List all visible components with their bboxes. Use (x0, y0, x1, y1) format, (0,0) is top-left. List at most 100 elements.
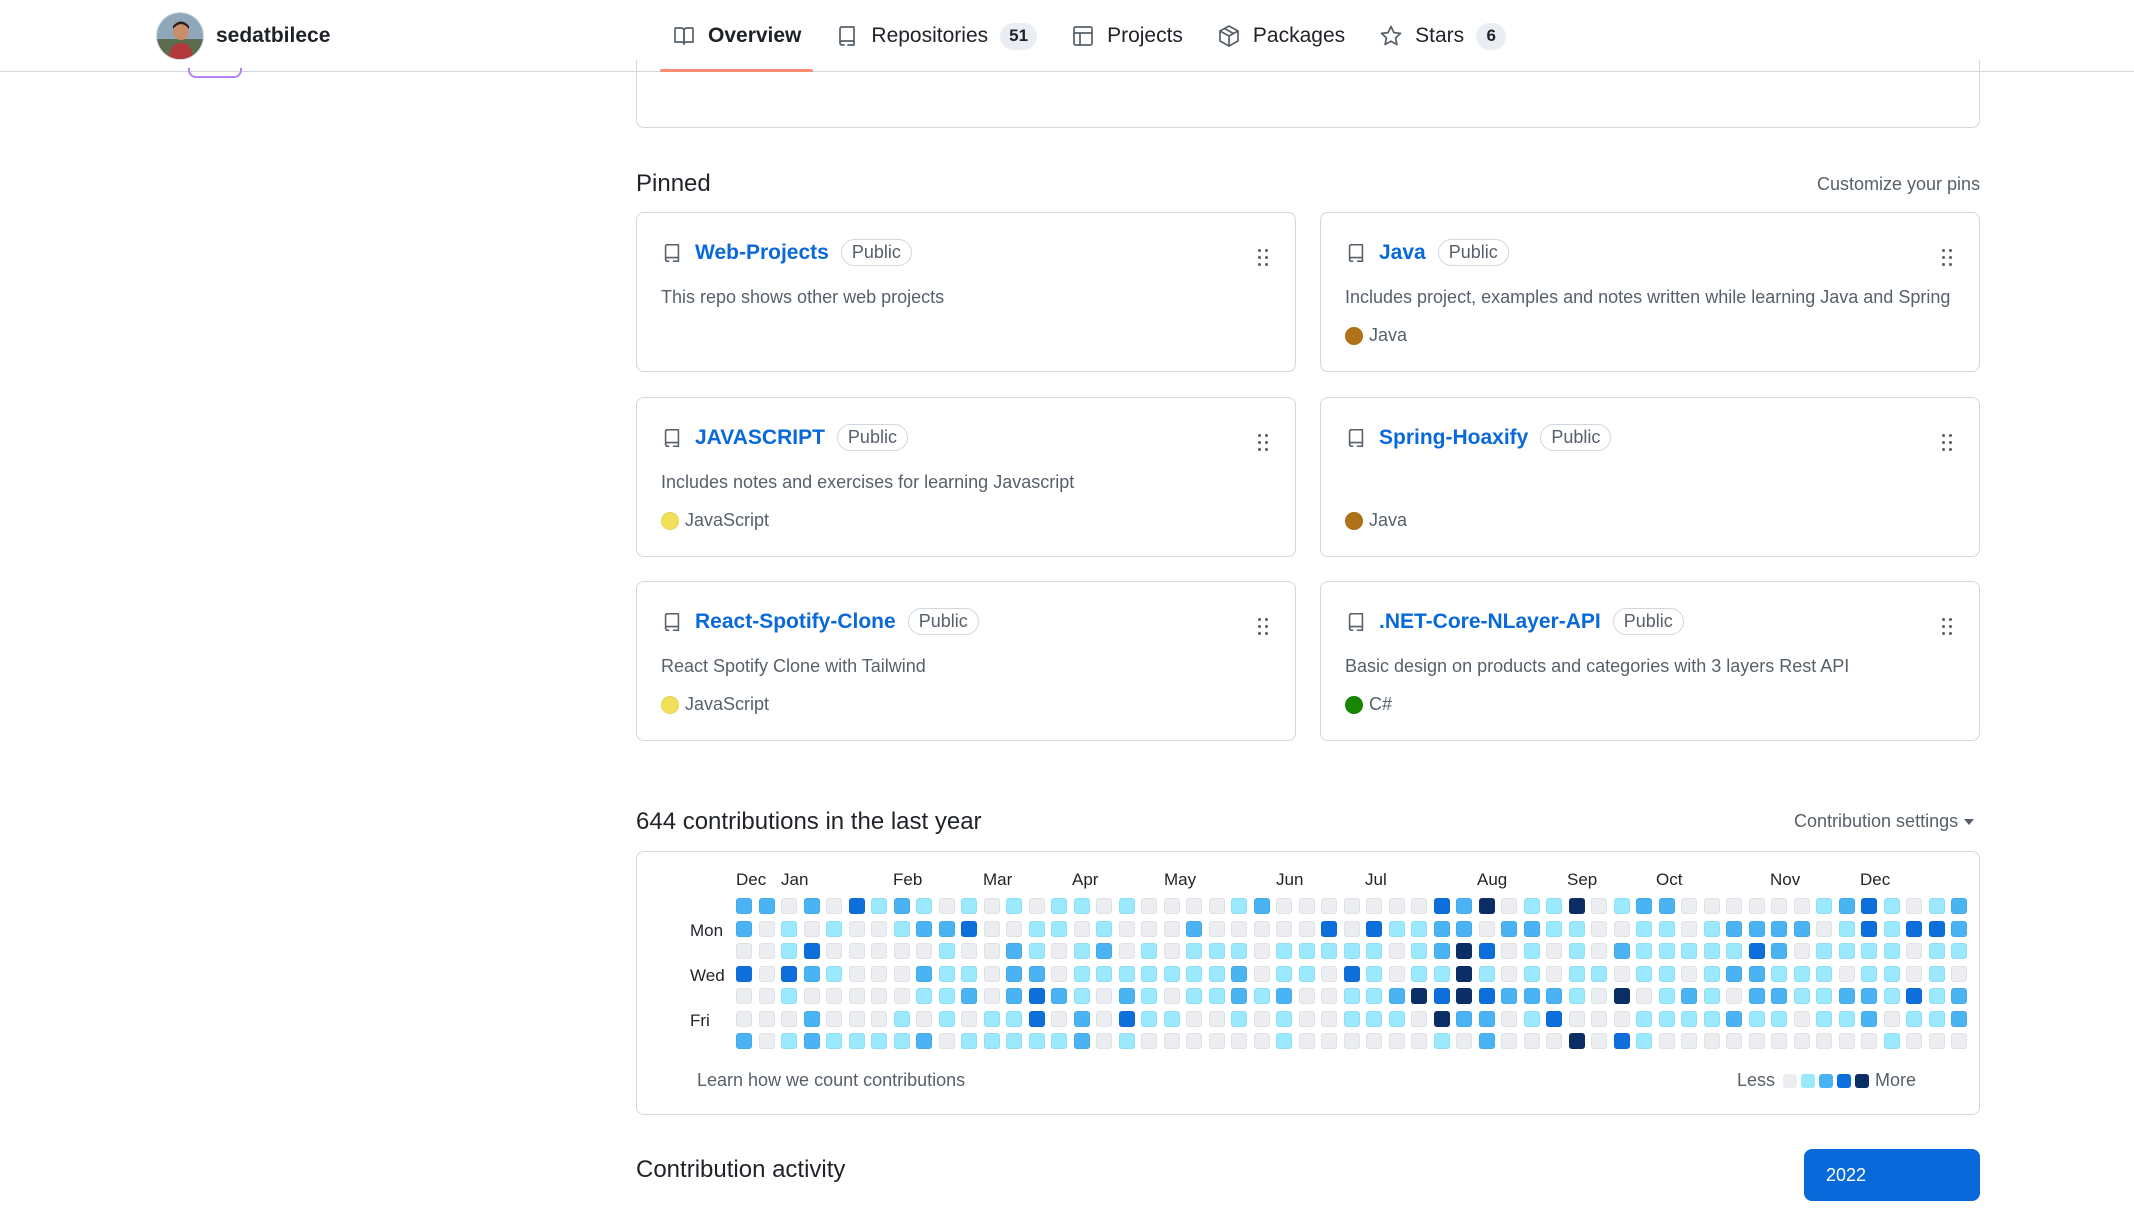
contribution-day-cell[interactable] (961, 898, 977, 914)
contribution-day-cell[interactable] (1389, 921, 1405, 937)
contribution-day-cell[interactable] (1209, 921, 1225, 937)
contribution-day-cell[interactable] (1096, 966, 1112, 982)
contribution-day-cell[interactable] (1906, 943, 1922, 959)
contribution-day-cell[interactable] (1546, 921, 1562, 937)
contribution-day-cell[interactable] (1276, 1033, 1292, 1049)
contribution-day-cell[interactable] (1366, 898, 1382, 914)
contribution-day-cell[interactable] (1119, 898, 1135, 914)
contribution-day-cell[interactable] (1704, 943, 1720, 959)
contribution-day-cell[interactable] (1681, 921, 1697, 937)
contribution-day-cell[interactable] (1771, 1033, 1787, 1049)
contribution-day-cell[interactable] (1456, 966, 1472, 982)
contribution-day-cell[interactable] (1141, 921, 1157, 937)
contribution-day-cell[interactable] (1119, 943, 1135, 959)
contribution-day-cell[interactable] (1006, 966, 1022, 982)
contribution-day-cell[interactable] (1501, 988, 1517, 1004)
contribution-day-cell[interactable] (1479, 921, 1495, 937)
contribution-day-cell[interactable] (1591, 898, 1607, 914)
contribution-day-cell[interactable] (759, 921, 775, 937)
contribution-day-cell[interactable] (1726, 966, 1742, 982)
contribution-day-cell[interactable] (939, 988, 955, 1004)
contribution-day-cell[interactable] (1164, 921, 1180, 937)
contribution-day-cell[interactable] (1411, 898, 1427, 914)
contribution-day-cell[interactable] (1929, 921, 1945, 937)
contribution-day-cell[interactable] (1051, 988, 1067, 1004)
contribution-day-cell[interactable] (1636, 1011, 1652, 1027)
contribution-day-cell[interactable] (1681, 988, 1697, 1004)
contribution-day-cell[interactable] (1321, 943, 1337, 959)
contribution-day-cell[interactable] (1749, 921, 1765, 937)
contribution-day-cell[interactable] (1434, 1033, 1450, 1049)
contribution-day-cell[interactable] (961, 966, 977, 982)
contribution-day-cell[interactable] (939, 966, 955, 982)
contribution-day-cell[interactable] (1501, 1033, 1517, 1049)
contribution-day-cell[interactable] (1096, 921, 1112, 937)
contribution-day-cell[interactable] (1479, 966, 1495, 982)
contribution-day-cell[interactable] (1614, 988, 1630, 1004)
contribution-day-cell[interactable] (1029, 1011, 1045, 1027)
contribution-day-cell[interactable] (1006, 1033, 1022, 1049)
contribution-day-cell[interactable] (1546, 943, 1562, 959)
contribution-day-cell[interactable] (1276, 988, 1292, 1004)
contribution-day-cell[interactable] (1186, 921, 1202, 937)
contribution-day-cell[interactable] (1906, 988, 1922, 1004)
contribution-day-cell[interactable] (1119, 1011, 1135, 1027)
contribution-day-cell[interactable] (1816, 943, 1832, 959)
contribution-day-cell[interactable] (1006, 943, 1022, 959)
contribution-day-cell[interactable] (1681, 898, 1697, 914)
contribution-day-cell[interactable] (1749, 898, 1765, 914)
contribution-day-cell[interactable] (1389, 1033, 1405, 1049)
contribution-day-cell[interactable] (1074, 988, 1090, 1004)
contribution-day-cell[interactable] (939, 1033, 955, 1049)
contribution-day-cell[interactable] (1321, 921, 1337, 937)
contribution-day-cell[interactable] (1029, 921, 1045, 937)
contribution-day-cell[interactable] (1906, 921, 1922, 937)
contribution-day-cell[interactable] (1231, 988, 1247, 1004)
contribution-day-cell[interactable] (1501, 966, 1517, 982)
contribution-day-cell[interactable] (849, 921, 865, 937)
contribution-day-cell[interactable] (1906, 1011, 1922, 1027)
contribution-day-cell[interactable] (1861, 921, 1877, 937)
contribution-day-cell[interactable] (826, 988, 842, 1004)
contribution-day-cell[interactable] (759, 1033, 775, 1049)
contribution-day-cell[interactable] (1186, 898, 1202, 914)
contribution-day-cell[interactable] (849, 988, 865, 1004)
contribution-day-cell[interactable] (1074, 921, 1090, 937)
contribution-day-cell[interactable] (1186, 988, 1202, 1004)
contribution-day-cell[interactable] (1254, 898, 1270, 914)
contribution-day-cell[interactable] (1771, 921, 1787, 937)
repo-name-link[interactable]: .NET-Core-NLayer-API (1379, 610, 1601, 634)
contribution-day-cell[interactable] (871, 898, 887, 914)
contribution-day-cell[interactable] (1839, 1011, 1855, 1027)
contribution-day-cell[interactable] (1006, 1011, 1022, 1027)
contribution-day-cell[interactable] (1209, 898, 1225, 914)
contribution-day-cell[interactable] (1884, 1033, 1900, 1049)
contribution-day-cell[interactable] (1141, 1033, 1157, 1049)
contribution-day-cell[interactable] (1951, 1033, 1967, 1049)
contribution-day-cell[interactable] (1569, 1011, 1585, 1027)
contribution-day-cell[interactable] (1569, 988, 1585, 1004)
contribution-day-cell[interactable] (1771, 898, 1787, 914)
contribution-day-cell[interactable] (1209, 1011, 1225, 1027)
contribution-day-cell[interactable] (1636, 1033, 1652, 1049)
contribution-day-cell[interactable] (1636, 943, 1652, 959)
contribution-day-cell[interactable] (736, 1011, 752, 1027)
contribution-day-cell[interactable] (804, 943, 820, 959)
contribution-day-cell[interactable] (1816, 1033, 1832, 1049)
contribution-day-cell[interactable] (1254, 988, 1270, 1004)
contribution-day-cell[interactable] (1479, 943, 1495, 959)
contribution-day-cell[interactable] (1726, 921, 1742, 937)
contribution-day-cell[interactable] (1704, 921, 1720, 937)
learn-contributions-link[interactable]: Learn how we count contributions (697, 1070, 965, 1091)
contribution-day-cell[interactable] (894, 898, 910, 914)
repo-name-link[interactable]: Web-Projects (695, 241, 829, 265)
contribution-day-cell[interactable] (1614, 943, 1630, 959)
contribution-day-cell[interactable] (1209, 943, 1225, 959)
contribution-day-cell[interactable] (1029, 898, 1045, 914)
contribution-day-cell[interactable] (1704, 966, 1720, 982)
contribution-day-cell[interactable] (984, 898, 1000, 914)
contribution-day-cell[interactable] (1029, 988, 1045, 1004)
contribution-day-cell[interactable] (1344, 921, 1360, 937)
contribution-day-cell[interactable] (1479, 988, 1495, 1004)
contribution-day-cell[interactable] (1344, 943, 1360, 959)
